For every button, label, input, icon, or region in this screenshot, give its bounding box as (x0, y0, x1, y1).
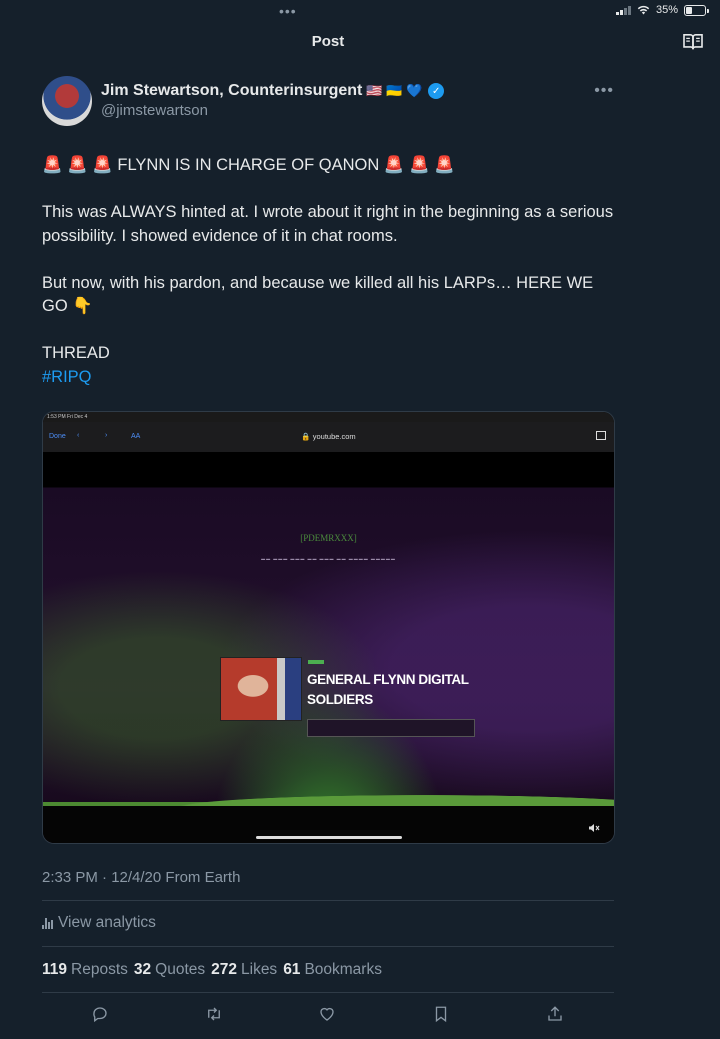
retweet-icon (208, 1007, 220, 1021)
action-bar (42, 1002, 614, 1026)
quotes-count: 32 (133, 961, 152, 978)
embedded-status-bar: 1:53 PM Fri Dec 4 (43, 412, 614, 422)
more-icon[interactable]: ••• (594, 82, 614, 100)
like-icon (320, 1007, 334, 1021)
mute-icon[interactable] (588, 823, 600, 833)
tweet-paragraph-3: But now, with his pardon, and because we… (42, 273, 594, 316)
video-home-indicator (256, 836, 402, 839)
engagement-stats: 119 Reposts 32 Quotes 272 Likes 61 Bookm… (42, 961, 382, 979)
quotes-label: Quotes (155, 961, 206, 978)
battery-icon (684, 4, 709, 16)
bookmarks-stat[interactable]: 61 Bookmarks (283, 961, 382, 979)
bookmarks-label: Bookmarks (304, 961, 382, 978)
author-name[interactable]: Jim Stewartson, Counterinsurgent (101, 82, 362, 100)
verified-icon: ✓ (428, 83, 445, 99)
divider (42, 992, 614, 993)
page-title: Post (311, 33, 345, 50)
author-handle[interactable]: @jimstewartson (101, 102, 208, 119)
analytics-label: View analytics (58, 914, 156, 931)
author-badges: 🇺🇸 🇺🇦 💙 (366, 83, 423, 98)
embedded-pip-icon (596, 431, 606, 440)
signal-icon (615, 5, 631, 15)
quotes-stat[interactable]: 32 Quotes (134, 961, 205, 979)
video-frame: [PDEMRXXX] ▬▬ ▬▬▬ ▬▬▬ ▬▬ ▬▬▬ ▬▬ ▬▬▬▬ ▬▬▬… (43, 452, 614, 843)
divider (42, 900, 614, 901)
video-landscape (43, 788, 614, 808)
reader-icon[interactable] (682, 33, 704, 51)
video-tag (308, 660, 324, 664)
tweet-line-1: 🚨 🚨 🚨 FLYNN IS IN CHARGE OF QANON 🚨 🚨 🚨 (42, 156, 455, 174)
likes-label: Likes (241, 961, 278, 978)
analytics-icon (42, 917, 53, 929)
avatar[interactable] (42, 76, 92, 126)
tweet-paragraph-2: This was ALWAYS hinted at. I wrote about… (42, 203, 614, 245)
reposts-count: 119 (42, 961, 68, 978)
view-analytics-link[interactable]: View analytics (42, 914, 156, 932)
share-icon (548, 1006, 562, 1021)
bookmark-icon (435, 1006, 447, 1023)
video-card-box (307, 719, 475, 737)
divider (42, 946, 614, 947)
status-bar: ••• 35% (0, 0, 720, 22)
reply-icon (93, 1007, 107, 1023)
bookmark-button[interactable] (429, 1002, 453, 1026)
video-site-nav: ▬▬ ▬▬▬ ▬▬▬ ▬▬ ▬▬▬ ▬▬ ▬▬▬▬ ▬▬▬▬▬ (261, 556, 396, 561)
video-portrait-image (220, 657, 302, 721)
share-button[interactable] (543, 1002, 567, 1026)
embedded-browser-toolbar: Done ‹ › AA 🔒 youtube.com (43, 422, 614, 452)
hashtag-link[interactable]: #RIPQ (42, 368, 92, 386)
wifi-icon (637, 5, 650, 15)
like-button[interactable] (315, 1002, 339, 1026)
embedded-device-time: 1:53 PM Fri Dec 4 (47, 414, 88, 420)
tweet-body: 🚨 🚨 🚨 FLYNN IS IN CHARGE OF QANON 🚨 🚨 🚨 … (42, 154, 622, 389)
embedded-url: 🔒 youtube.com (301, 432, 356, 441)
battery-percent: 35% (655, 4, 678, 16)
tweet-thread-label: THREAD (42, 344, 110, 362)
video-bottom-bar (43, 806, 614, 843)
tweet-timestamp[interactable]: 2:33 PM · 12/4/20 From Earth (42, 869, 240, 886)
author-name-row[interactable]: Jim Stewartson, Counterinsurgent 🇺🇸 🇺🇦 💙… (101, 82, 445, 100)
status-indicators: 35% (615, 4, 709, 16)
reposts-label: Reposts (71, 961, 128, 978)
likes-stat[interactable]: 272 Likes (211, 961, 277, 979)
video-site-logo: [PDEMRXXX] (300, 533, 357, 543)
reply-button[interactable] (88, 1002, 112, 1026)
video-card-title: GENERAL FLYNN DIGITAL SOLDIERS (307, 672, 469, 707)
retweet-button[interactable] (202, 1002, 226, 1026)
bookmarks-count: 61 (283, 961, 301, 978)
multitasking-dots-icon[interactable]: ••• (279, 3, 297, 19)
media-video[interactable]: 1:53 PM Fri Dec 4 Done ‹ › AA 🔒 youtube.… (42, 411, 615, 844)
reposts-stat[interactable]: 119 Reposts (42, 961, 128, 979)
likes-count: 272 (211, 961, 237, 978)
